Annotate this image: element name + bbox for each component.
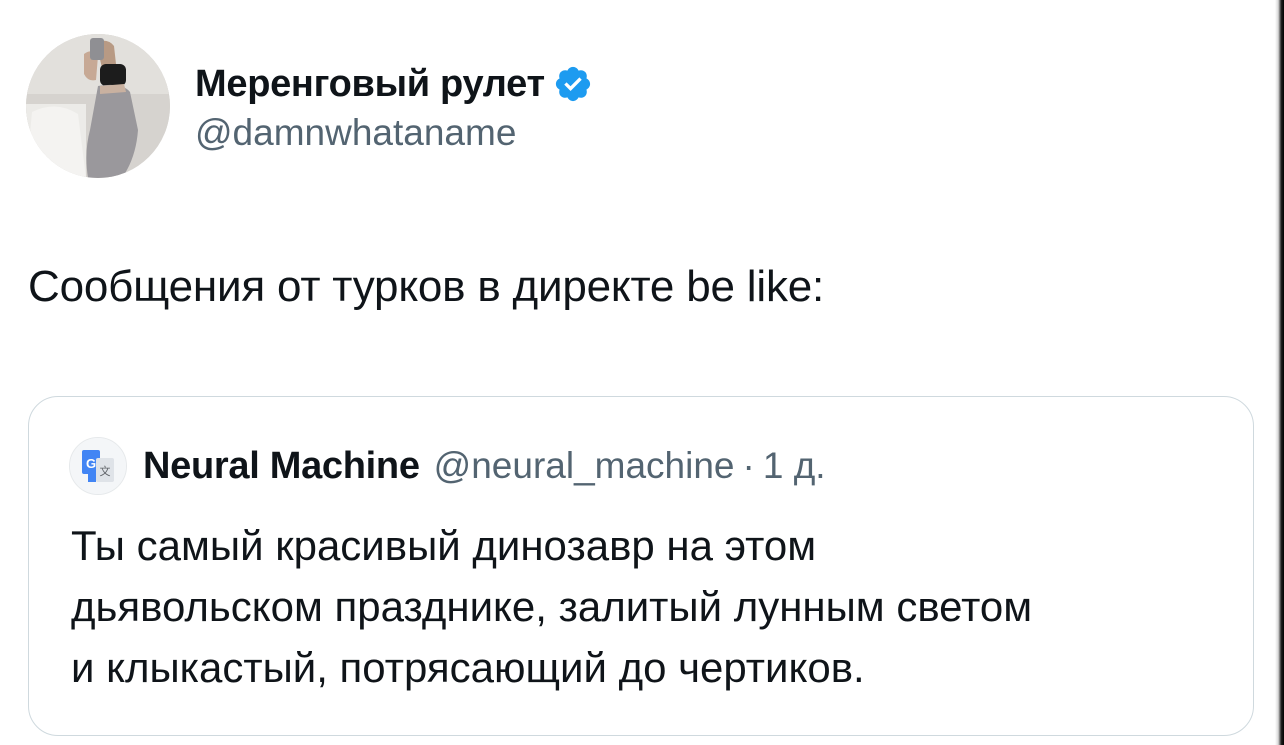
translate-app-icon[interactable]: G 文 bbox=[69, 437, 127, 495]
quoted-tweet-text: Ты самый красивый динозавр на этом дьяво… bbox=[71, 515, 1231, 698]
svg-text:文: 文 bbox=[100, 464, 111, 478]
window-edge bbox=[1275, 0, 1284, 745]
quoted-tweet-card[interactable]: G 文 Neural Machine @neural_machine · 1 д… bbox=[28, 396, 1254, 736]
quoted-tweet-time[interactable]: 1 д. bbox=[763, 445, 826, 487]
author-handle[interactable]: @damnwhataname bbox=[195, 112, 593, 154]
author-names: Меренговый рулет @damnwhataname bbox=[195, 58, 593, 154]
quoted-tweet-header: G 文 Neural Machine @neural_machine · 1 д… bbox=[69, 437, 826, 495]
quoted-author-handle[interactable]: @neural_machine bbox=[434, 445, 735, 487]
quoted-text-line: и клыкастый, потрясающий до чертиков. bbox=[71, 644, 865, 691]
separator-dot: · bbox=[742, 445, 755, 486]
quoted-text-line: Ты самый красивый динозавр на этом bbox=[71, 522, 817, 569]
verified-badge-icon[interactable] bbox=[553, 64, 593, 104]
avatar-photo bbox=[26, 34, 170, 178]
display-name-row: Меренговый рулет bbox=[195, 58, 593, 110]
tweet-text: Сообщения от турков в директе be like: bbox=[28, 262, 825, 311]
author-avatar[interactable] bbox=[26, 34, 170, 178]
svg-text:G: G bbox=[86, 456, 96, 471]
quoted-text-line: дьявольском празднике, залитый лунным св… bbox=[71, 583, 1033, 630]
quoted-author-name[interactable]: Neural Machine bbox=[143, 445, 420, 488]
author-display-name[interactable]: Меренговый рулет bbox=[195, 63, 545, 106]
tweet-header: Меренговый рулет @damnwhataname bbox=[26, 34, 593, 178]
